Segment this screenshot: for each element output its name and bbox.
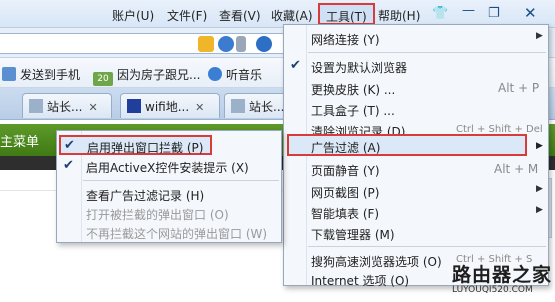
menu-download-manager-label: 下载管理器 (M) xyxy=(311,228,395,242)
menu-account[interactable]: 账户(U) xyxy=(112,7,154,24)
menu-download-manager[interactable]: 下载管理器 (M) xyxy=(284,222,548,244)
chevron-down-icon[interactable] xyxy=(236,36,246,52)
menu-ad-filter-label: 广告过滤 (A) xyxy=(311,141,381,155)
shirt-icon[interactable]: 👕 xyxy=(432,6,448,21)
check-icon: ✔ xyxy=(290,58,301,73)
check-icon: ✔ xyxy=(63,158,74,173)
menu-help[interactable]: 帮助(H) xyxy=(378,7,420,24)
headphones-icon xyxy=(208,67,222,81)
menu-network-label: 网络连接 (Y) xyxy=(311,33,380,47)
menu-popup-block-label: 启用弹出窗口拦截 (P) xyxy=(87,141,204,155)
search-engine-icon[interactable] xyxy=(256,36,272,52)
menu-network[interactable]: 网络连接 (Y) ▶ xyxy=(284,27,548,49)
submenu-arrow-icon: ▶ xyxy=(536,141,543,151)
check-icon: ✔ xyxy=(64,138,75,153)
menu-screenshot[interactable]: 网页截图 (P) ▶ xyxy=(284,180,548,202)
menu-set-default[interactable]: ✔ 设置为默认浏览器 xyxy=(284,55,548,77)
menu-skin-shortcut: Alt + P xyxy=(498,81,540,95)
tab-1[interactable]: wifi地... ✕ xyxy=(120,93,220,118)
phone-icon xyxy=(2,67,16,81)
submenu-arrow-icon: ▶ xyxy=(536,205,543,215)
separator xyxy=(308,52,546,53)
fav-music[interactable]: 听音乐 xyxy=(208,66,262,83)
menu-internet-options-label: Internet 选项 (O) xyxy=(311,274,410,288)
close-tab-icon[interactable]: ✕ xyxy=(88,101,97,114)
restore-icon[interactable]: ❐ xyxy=(488,6,500,21)
menu-set-default-label: 设置为默认浏览器 xyxy=(311,61,408,75)
menu-allow-site-popups-label: 不再拦截这个网站的弹出窗口 (W) xyxy=(86,227,268,241)
tab-0[interactable]: 站长... ✕ xyxy=(22,93,112,118)
menu-mute-shortcut: Alt + M xyxy=(494,162,539,176)
watermark-url: LUYOUQI520.COM xyxy=(452,285,533,295)
watermark-title: 路由器之家 xyxy=(452,264,553,286)
menu-view[interactable]: 查看(V) xyxy=(219,7,261,24)
page-icon xyxy=(29,99,43,113)
menu-tools[interactable]: 工具(T) xyxy=(318,3,375,25)
menu-favorites[interactable]: 收藏(A) xyxy=(271,7,313,24)
menu-skin-label: 更换皮肤 (K) ... xyxy=(311,83,396,97)
page-icon xyxy=(231,99,245,113)
menu-screenshot-label: 网页截图 (P) xyxy=(311,186,380,200)
tools-menu: 网络连接 (Y) ▶ ✔ 设置为默认浏览器 更换皮肤 (K) ... Alt +… xyxy=(283,24,549,288)
menu-autofill-label: 智能填表 (F) xyxy=(311,207,380,221)
menu-popup-block[interactable]: ✔ 启用弹出窗口拦截 (P) xyxy=(59,135,212,155)
security-icon[interactable] xyxy=(218,36,234,52)
minimize-icon[interactable]: — xyxy=(462,3,475,18)
reader-icon[interactable] xyxy=(198,36,214,52)
baidu-paw-icon xyxy=(127,99,141,113)
separator xyxy=(308,246,546,247)
fav-send-to-phone[interactable]: 发送到手机 xyxy=(2,66,80,83)
fav-news[interactable]: 20 因为房子跟兄... xyxy=(93,66,200,86)
close-icon[interactable]: ✕ xyxy=(524,4,537,22)
menu-mute[interactable]: 页面静音 (Y) Alt + M xyxy=(284,158,548,180)
submenu-arrow-icon: ▶ xyxy=(536,184,543,194)
menu-mute-label: 页面静音 (Y) xyxy=(311,164,380,178)
news-badge: 20 xyxy=(93,72,113,86)
menu-file[interactable]: 文件(F) xyxy=(167,7,207,24)
menu-skin[interactable]: 更换皮肤 (K) ... Alt + P xyxy=(284,77,548,99)
submenu-arrow-icon: ▶ xyxy=(536,31,543,41)
menu-activex-prompt[interactable]: ✔ 启用ActiveX控件安装提示 (X) xyxy=(57,155,281,177)
site-main-menu-label[interactable]: 主菜单 xyxy=(0,131,39,150)
ad-filter-submenu: ✔ 启用弹出窗口拦截 (P) ✔ 启用ActiveX控件安装提示 (X) 查看广… xyxy=(56,130,282,243)
menu-activex-prompt-label: 启用ActiveX控件安装提示 (X) xyxy=(86,161,249,175)
menu-toolbox[interactable]: 工具盒子 (T) ... xyxy=(284,98,548,120)
menu-allow-site-popups: 不再拦截这个网站的弹出窗口 (W) xyxy=(57,221,281,243)
address-input[interactable] xyxy=(0,33,290,54)
menu-toolbox-label: 工具盒子 (T) ... xyxy=(311,104,395,118)
separator xyxy=(83,180,279,181)
menu-autofill[interactable]: 智能填表 (F) ▶ xyxy=(284,201,548,223)
close-tab-icon[interactable]: ✕ xyxy=(195,101,204,114)
menu-ad-filter[interactable]: 广告过滤 (A) xyxy=(287,134,527,156)
